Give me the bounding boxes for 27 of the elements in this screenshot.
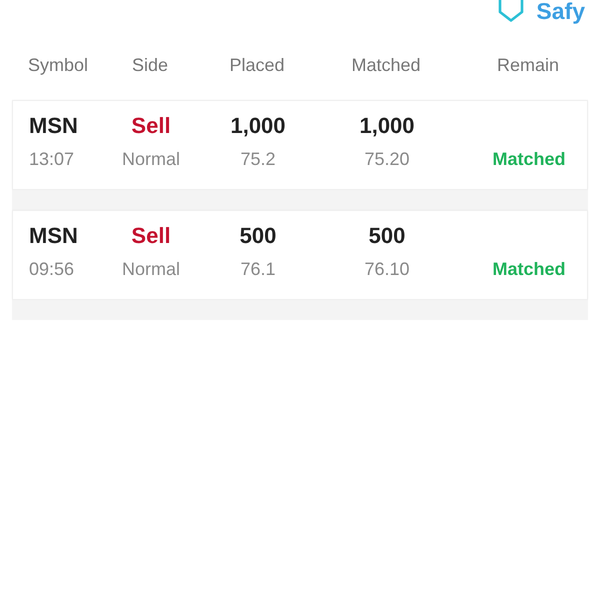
column-header: Matched xyxy=(350,54,422,77)
status-text: Matched xyxy=(491,148,566,171)
column-header: Side xyxy=(130,54,170,77)
order-time: 13:07 xyxy=(28,148,76,171)
matched-quantity: 500 xyxy=(368,222,406,250)
matched-price: 76.10 xyxy=(363,258,411,281)
order-type: Normal xyxy=(120,148,181,171)
symbol-text: MSN xyxy=(28,222,79,250)
column-header: Placed xyxy=(228,54,286,77)
order-type: Normal xyxy=(120,258,181,281)
status-text: Matched xyxy=(491,258,566,281)
matched-price: 75.20 xyxy=(363,148,411,171)
column-header: Symbol xyxy=(27,54,90,77)
order-card[interactable]: MSN Sell 1,000 1,000 13:07 Normal 75.2 75.20 Matched xyxy=(12,100,588,190)
order-time: 09:56 xyxy=(28,258,76,281)
brand-name: Safy xyxy=(536,0,585,23)
placed-price: 76.1 xyxy=(239,258,277,281)
column-header: Remain xyxy=(496,54,560,77)
shield-icon xyxy=(498,0,524,22)
placed-quantity: 1,000 xyxy=(229,112,287,140)
side-text: Sell xyxy=(130,112,172,140)
side-text: Sell xyxy=(130,222,172,250)
placed-quantity: 500 xyxy=(238,222,278,250)
symbol-text: MSN xyxy=(28,112,79,140)
placed-price: 75.2 xyxy=(239,148,277,171)
matched-quantity: 1,000 xyxy=(358,112,416,140)
order-card[interactable]: MSN Sell 500 500 09:56 Normal 76.1 76.10 Matched xyxy=(12,210,588,300)
